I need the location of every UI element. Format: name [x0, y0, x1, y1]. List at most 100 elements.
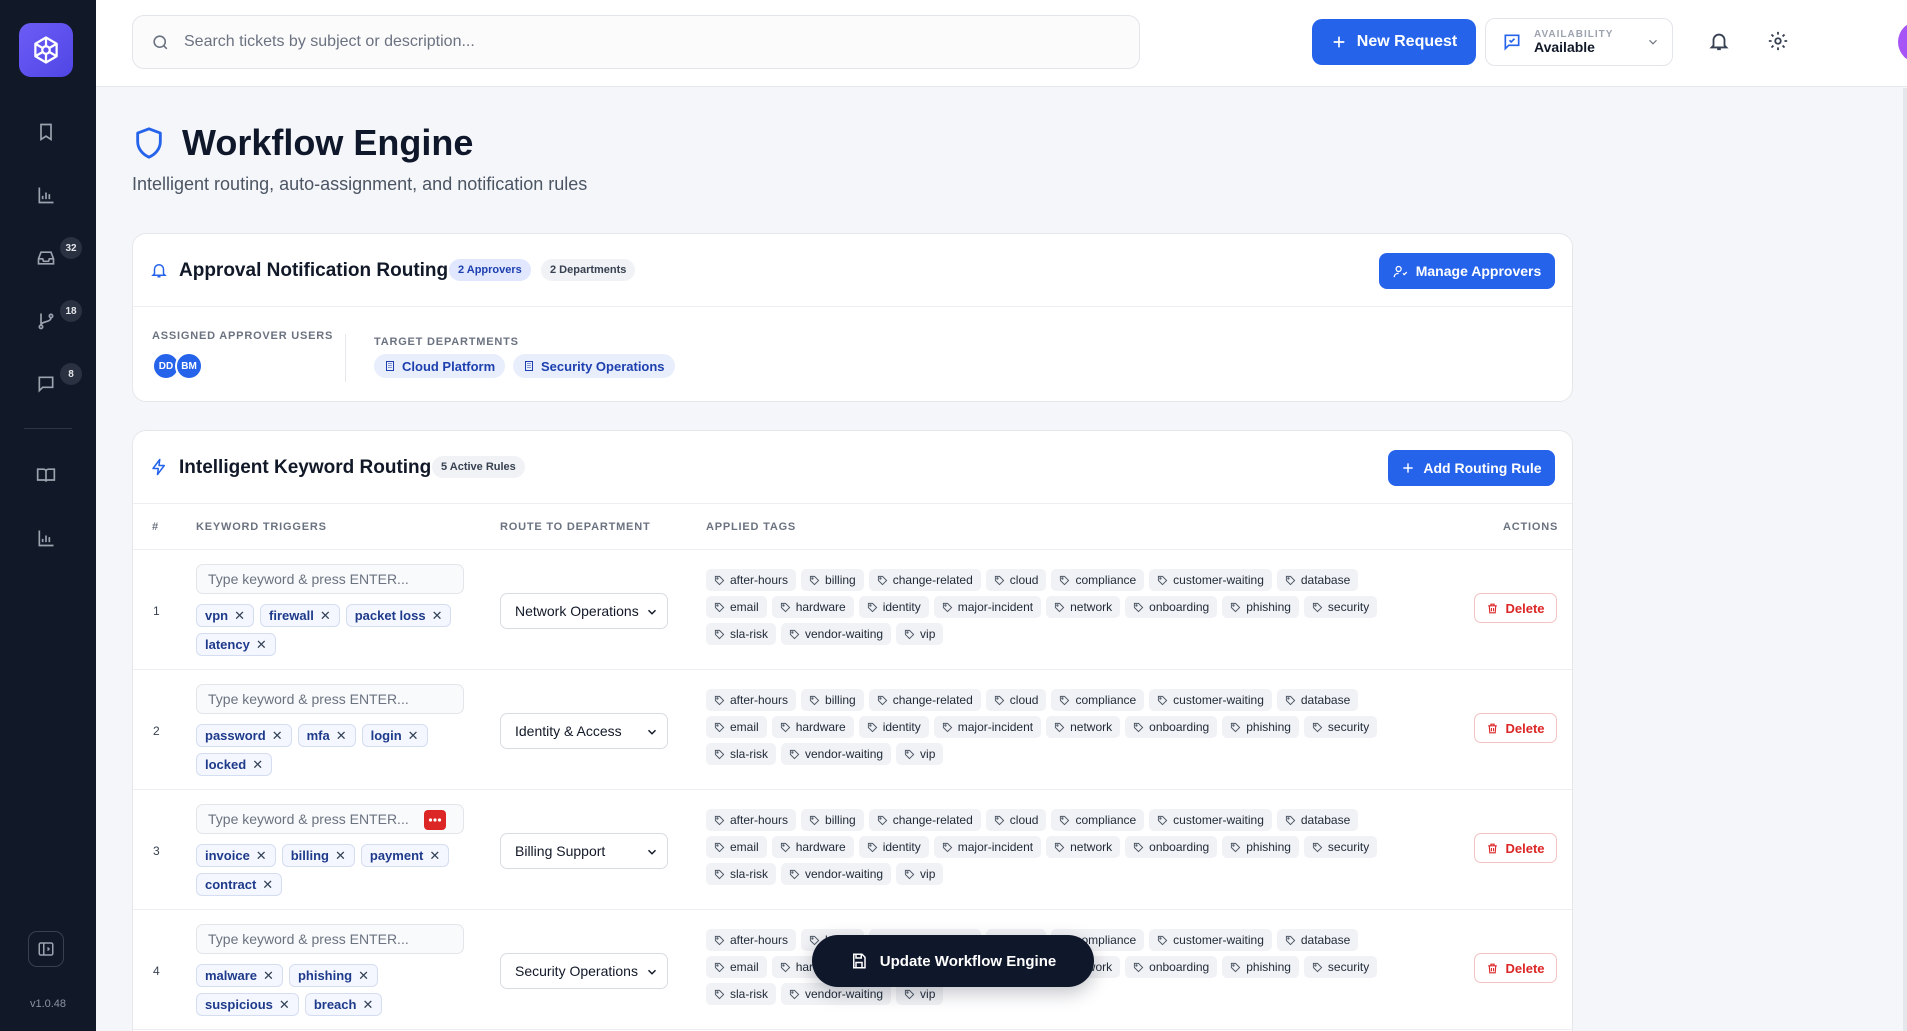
search-input[interactable] [184, 33, 1084, 51]
remove-keyword-icon[interactable]: ✕ [272, 728, 283, 744]
tag-chip[interactable]: email [706, 596, 767, 618]
search-box[interactable] [132, 15, 1140, 69]
tag-chip[interactable]: vendor-waiting [781, 743, 892, 765]
tag-chip[interactable]: sla-risk [706, 983, 776, 1005]
remove-keyword-icon[interactable]: ✕ [335, 848, 346, 864]
tag-chip[interactable]: cloud [985, 689, 1047, 711]
keyword-input[interactable] [196, 684, 464, 714]
tag-chip[interactable]: sla-risk [706, 743, 776, 765]
keyword-input[interactable] [196, 924, 464, 954]
tag-chip[interactable]: security [1303, 716, 1378, 738]
tag-chip[interactable]: database [1276, 929, 1359, 951]
collapse-sidebar-button[interactable] [28, 931, 64, 967]
tag-chip[interactable]: compliance [1051, 569, 1145, 591]
department-select[interactable]: Identity & Access [500, 713, 668, 749]
tag-chip[interactable]: vip [896, 743, 944, 765]
nav-reports[interactable] [32, 524, 60, 552]
user-avatar[interactable]: B [1898, 21, 1907, 63]
tag-chip[interactable]: phishing [1222, 836, 1299, 858]
remove-keyword-icon[interactable]: ✕ [252, 757, 263, 773]
tag-chip[interactable]: after-hours [706, 809, 797, 831]
settings-button[interactable] [1765, 28, 1791, 54]
tag-chip[interactable]: email [706, 836, 767, 858]
tag-chip[interactable]: identity [858, 716, 929, 738]
manage-approvers-button[interactable]: Manage Approvers [1379, 253, 1555, 289]
tag-chip[interactable]: sla-risk [706, 623, 776, 645]
tag-chip[interactable]: compliance [1051, 689, 1145, 711]
tag-chip[interactable]: billing [801, 569, 864, 591]
tag-chip[interactable]: customer-waiting [1149, 689, 1272, 711]
nav-workflow[interactable] [32, 307, 60, 335]
add-routing-rule-button[interactable]: Add Routing Rule [1388, 450, 1555, 486]
tag-chip[interactable]: vip [896, 623, 944, 645]
tag-chip[interactable]: change-related [868, 569, 981, 591]
department-select[interactable]: Network Operations [500, 593, 668, 629]
tag-chip[interactable]: phishing [1222, 956, 1299, 978]
tag-chip[interactable]: customer-waiting [1149, 809, 1272, 831]
keyword-input[interactable] [196, 564, 464, 594]
update-workflow-engine-button[interactable]: Update Workflow Engine [812, 935, 1094, 987]
remove-keyword-icon[interactable]: ✕ [234, 608, 245, 624]
notifications-button[interactable] [1706, 28, 1732, 54]
tag-chip[interactable]: onboarding [1125, 596, 1218, 618]
department-select[interactable]: Security Operations [500, 953, 668, 989]
scrollbar[interactable] [1903, 88, 1907, 1031]
tag-chip[interactable]: network [1046, 836, 1121, 858]
remove-keyword-icon[interactable]: ✕ [432, 608, 443, 624]
delete-rule-button[interactable]: Delete [1474, 833, 1557, 863]
tag-chip[interactable]: identity [858, 596, 929, 618]
tag-chip[interactable]: security [1303, 836, 1378, 858]
remove-keyword-icon[interactable]: ✕ [336, 728, 347, 744]
tag-chip[interactable]: vendor-waiting [781, 863, 892, 885]
nav-inbox[interactable] [32, 244, 60, 272]
tag-chip[interactable]: onboarding [1125, 956, 1218, 978]
delete-rule-button[interactable]: Delete [1474, 953, 1557, 983]
tag-chip[interactable]: phishing [1222, 716, 1299, 738]
tag-chip[interactable]: customer-waiting [1149, 929, 1272, 951]
remove-keyword-icon[interactable]: ✕ [256, 848, 267, 864]
delete-rule-button[interactable]: Delete [1474, 593, 1557, 623]
nav-analytics[interactable] [32, 181, 60, 209]
tag-chip[interactable]: identity [858, 836, 929, 858]
tag-chip[interactable]: hardware [771, 716, 854, 738]
tag-chip[interactable]: after-hours [706, 929, 797, 951]
tag-chip[interactable]: change-related [868, 689, 981, 711]
tag-chip[interactable]: cloud [985, 809, 1047, 831]
tag-chip[interactable]: security [1303, 956, 1378, 978]
remove-keyword-icon[interactable]: ✕ [358, 968, 369, 984]
remove-keyword-icon[interactable]: ✕ [429, 848, 440, 864]
tag-chip[interactable]: network [1046, 596, 1121, 618]
more-options-button[interactable] [424, 810, 446, 830]
tag-chip[interactable]: after-hours [706, 569, 797, 591]
remove-keyword-icon[interactable]: ✕ [320, 608, 331, 624]
tag-chip[interactable]: email [706, 956, 767, 978]
remove-keyword-icon[interactable]: ✕ [262, 877, 273, 893]
tag-chip[interactable]: after-hours [706, 689, 797, 711]
tag-chip[interactable]: compliance [1051, 809, 1145, 831]
tag-chip[interactable]: cloud [985, 569, 1047, 591]
tag-chip[interactable]: hardware [771, 836, 854, 858]
tag-chip[interactable]: vip [896, 863, 944, 885]
remove-keyword-icon[interactable]: ✕ [256, 637, 267, 653]
approver-avatar[interactable]: BM [175, 352, 203, 380]
tag-chip[interactable]: onboarding [1125, 716, 1218, 738]
tag-chip[interactable]: network [1046, 716, 1121, 738]
remove-keyword-icon[interactable]: ✕ [279, 997, 290, 1013]
tag-chip[interactable]: major-incident [933, 716, 1042, 738]
tag-chip[interactable]: email [706, 716, 767, 738]
tag-chip[interactable]: major-incident [933, 596, 1042, 618]
department-select[interactable]: Billing Support [500, 833, 668, 869]
tag-chip[interactable]: billing [801, 809, 864, 831]
remove-keyword-icon[interactable]: ✕ [408, 728, 419, 744]
tag-chip[interactable]: database [1276, 569, 1359, 591]
tag-chip[interactable]: major-incident [933, 836, 1042, 858]
availability-dropdown[interactable]: AVAILABILITY Available [1485, 18, 1673, 66]
tag-chip[interactable]: onboarding [1125, 836, 1218, 858]
tag-chip[interactable]: sla-risk [706, 863, 776, 885]
tag-chip[interactable]: change-related [868, 809, 981, 831]
tag-chip[interactable]: hardware [771, 596, 854, 618]
tag-chip[interactable]: phishing [1222, 596, 1299, 618]
app-logo[interactable] [19, 23, 73, 77]
delete-rule-button[interactable]: Delete [1474, 713, 1557, 743]
nav-chat[interactable] [32, 370, 60, 398]
